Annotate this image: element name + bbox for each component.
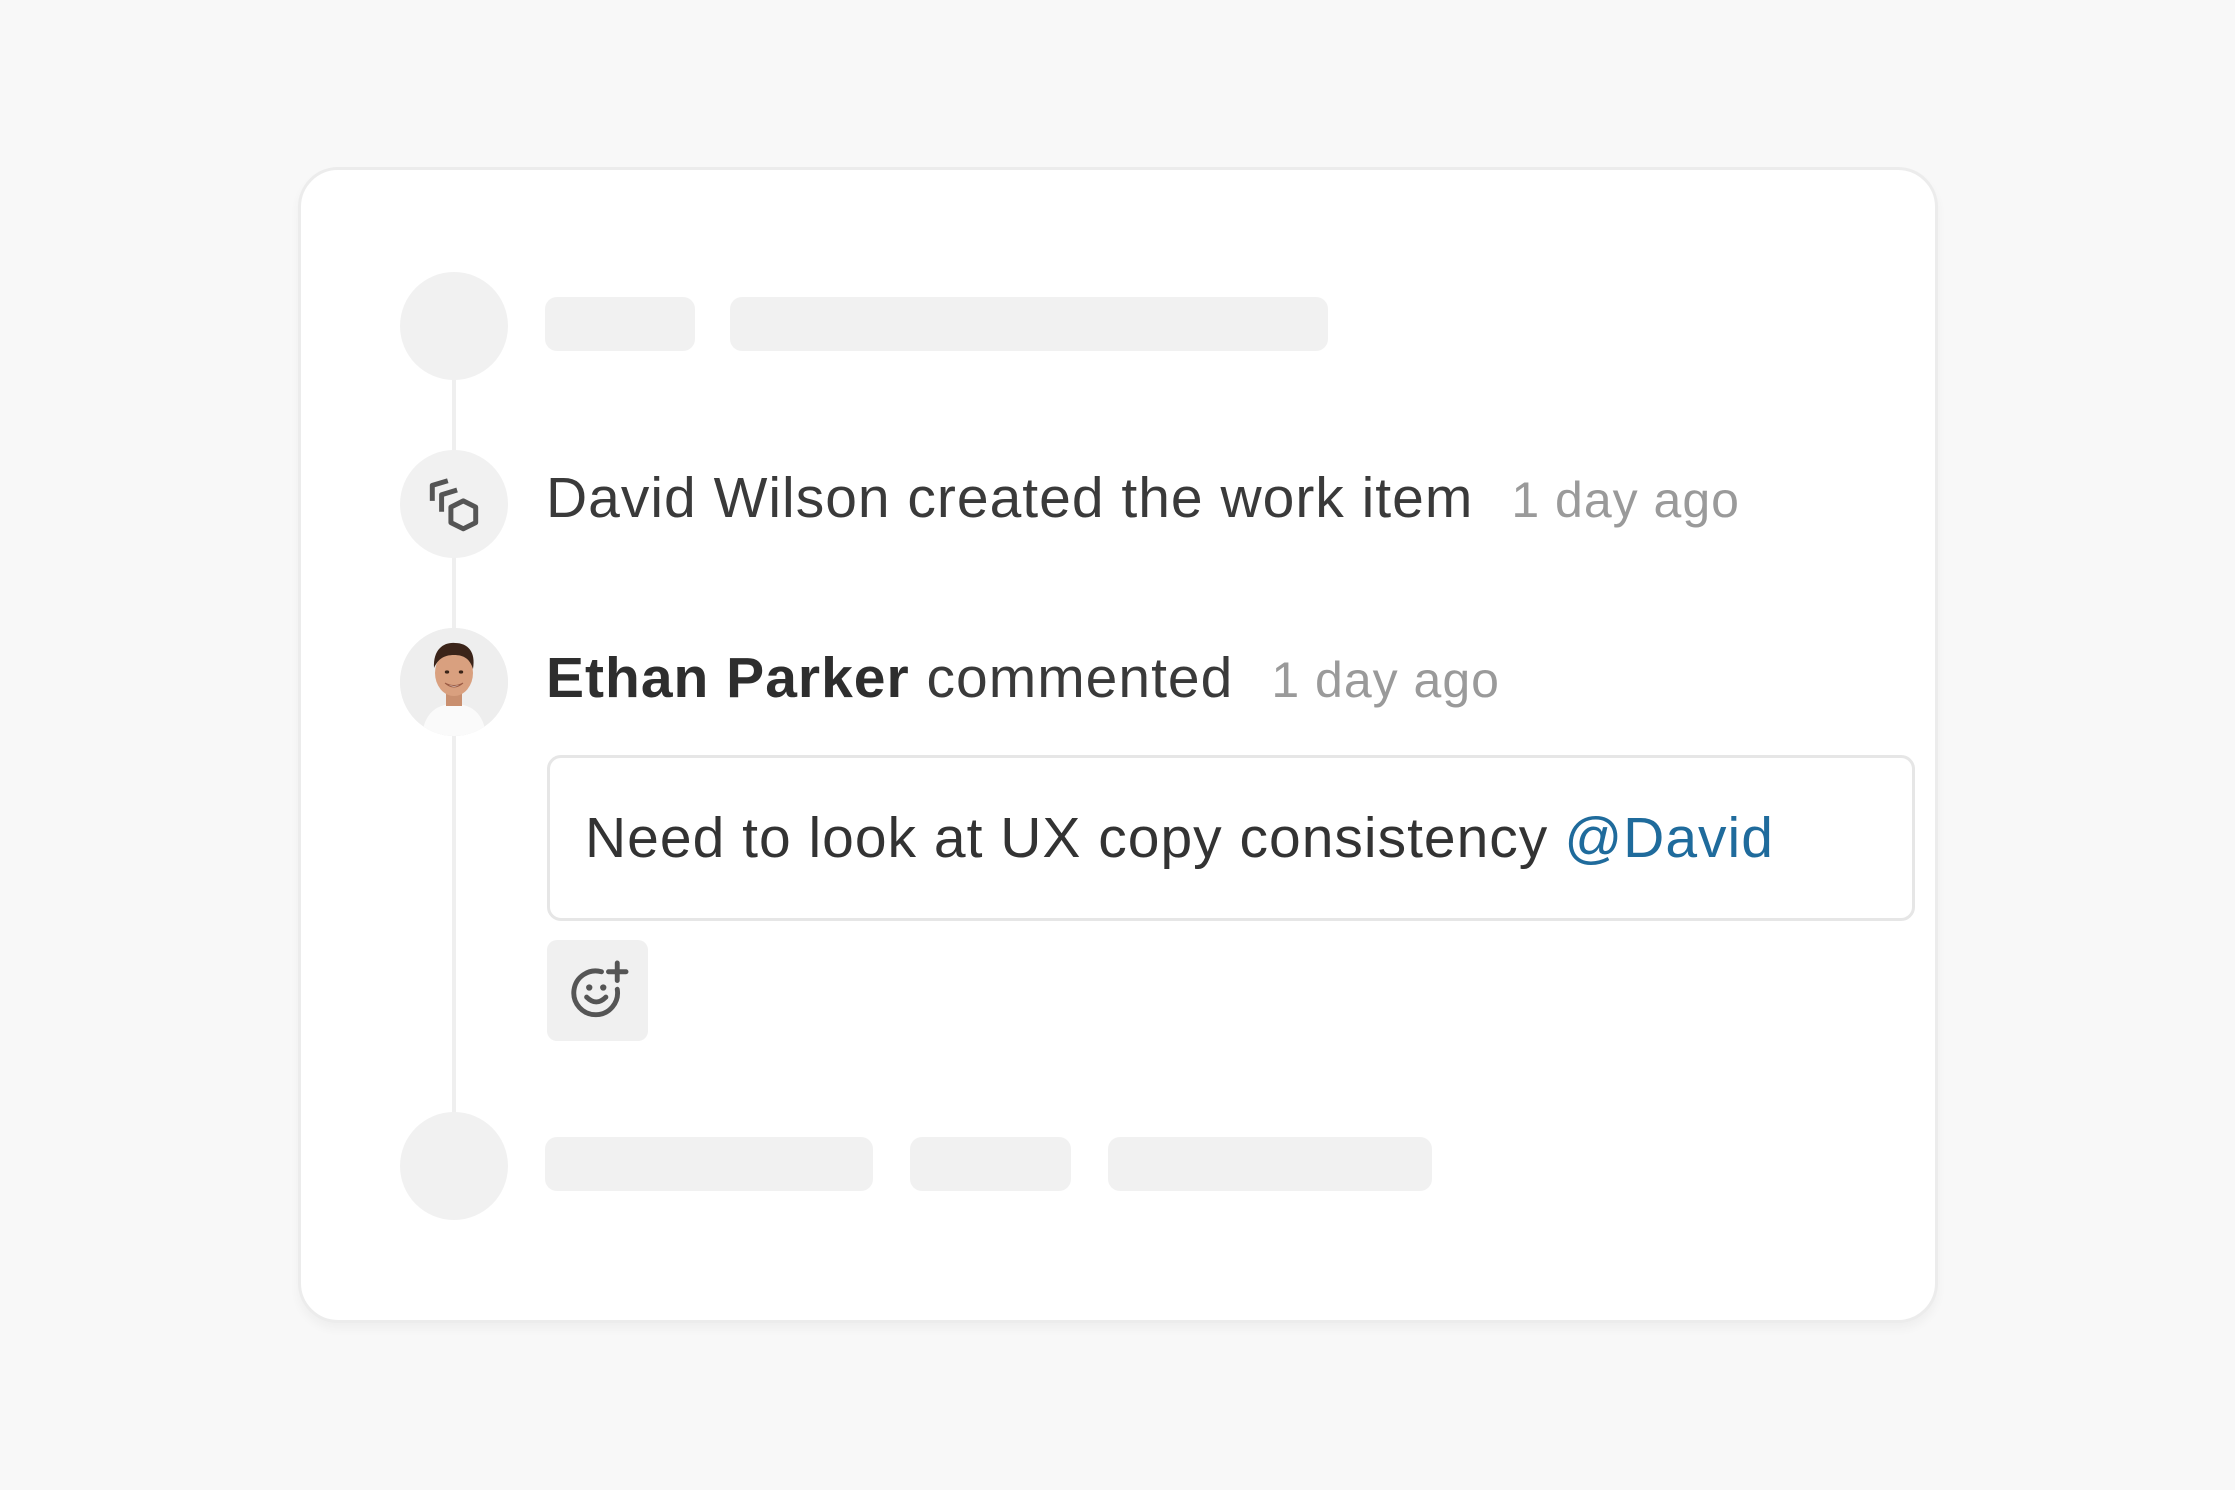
created-activity-row: David Wilson created the work item 1 day … [546,465,1740,531]
skeleton-bar [545,1137,873,1191]
work-item-icon-graphic [429,478,479,532]
skeleton-bar [545,297,695,351]
comment-box: Need to look at UX copy consistency @Davi… [547,755,1915,921]
skeleton-bar [730,297,1328,351]
comment-body: Need to look at UX copy consistency [585,806,1549,870]
comment-header: Ethan Parker commented 1 day ago [546,645,1500,711]
created-activity-text: David Wilson created the work item [546,466,1474,530]
mention-link[interactable]: @David [1564,805,1774,871]
add-reaction-button[interactable] [547,940,648,1041]
ethan-parker-avatar-image [400,628,508,736]
emoji-add-icon [570,960,628,1017]
comment-time: 1 day ago [1271,652,1500,708]
comment-action: commented [926,646,1234,710]
work-item-icon [400,450,508,558]
skeleton-avatar [400,272,508,380]
skeleton-avatar [400,1112,508,1220]
comment-author[interactable]: Ethan Parker [546,646,910,710]
skeleton-bar [1108,1137,1432,1191]
avatar [400,628,508,736]
skeleton-bar [910,1137,1071,1191]
created-activity-time: 1 day ago [1511,472,1740,528]
